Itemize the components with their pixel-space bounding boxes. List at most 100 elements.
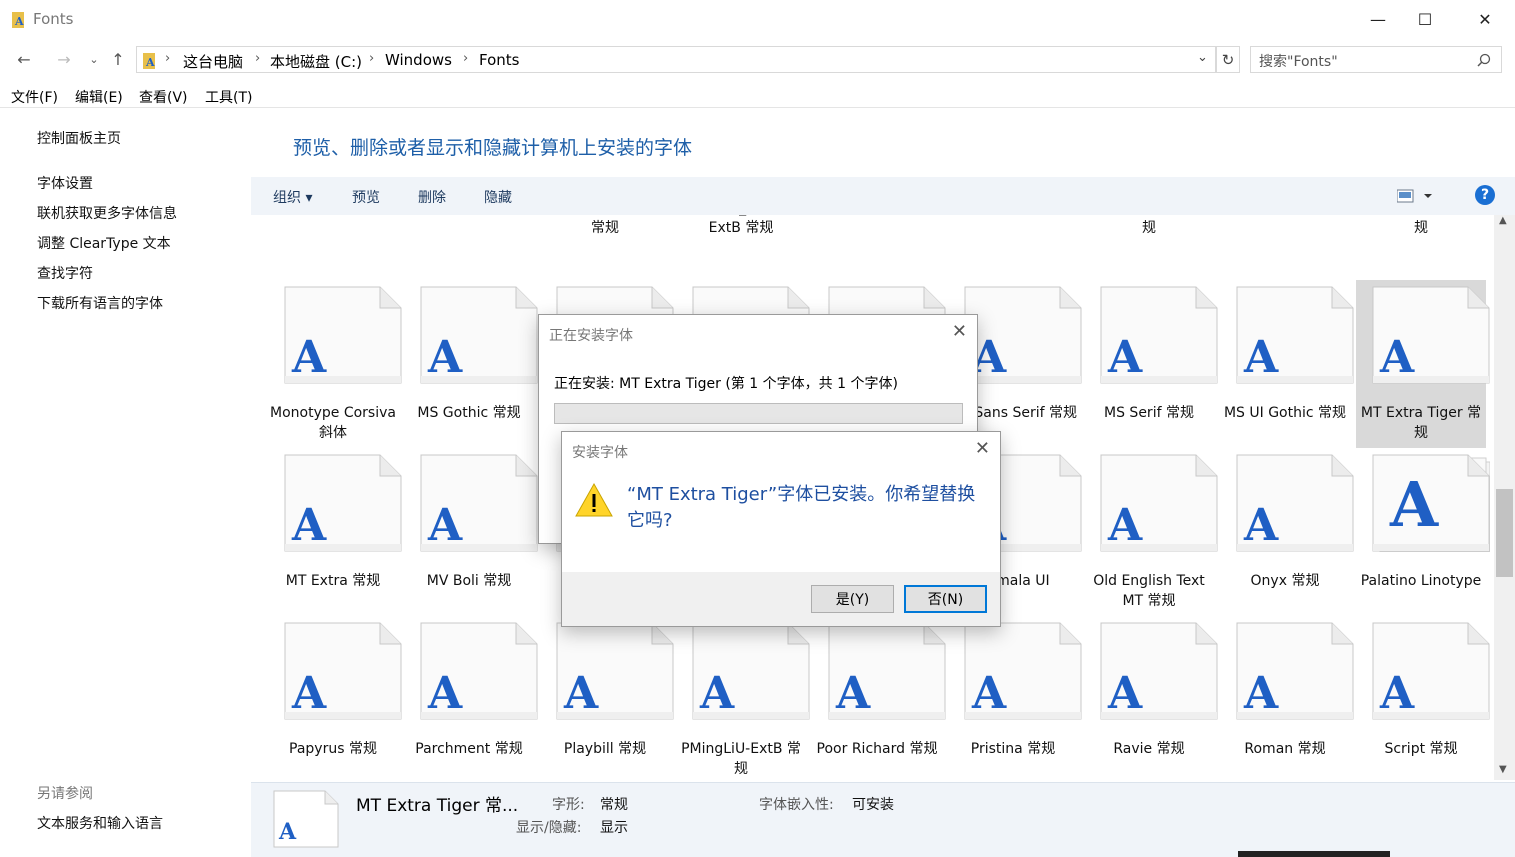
- svg-text:A: A: [971, 668, 1007, 719]
- font-file-icon: A: [556, 622, 674, 720]
- fonts-folder-icon: A: [12, 12, 24, 28]
- details-pane: A MT Extra Tiger 常... 字形: 常规 显示/隐藏: 显示 字…: [251, 782, 1515, 857]
- refresh-icon[interactable]: ↻: [1216, 46, 1240, 73]
- sidebar-link-text-services[interactable]: 文本服务和输入语言: [37, 813, 163, 833]
- install-font-confirm-dialog: 安装字体 ✕ “MT Extra Tiger”字体已安装。你希望替换它吗? 是(…: [561, 431, 1001, 627]
- font-tile-label: Modern 常规: [1220, 215, 1350, 218]
- font-file-icon: A: [420, 622, 538, 720]
- font-tile[interactable]: A MS UI Gothic 常规: [1220, 280, 1354, 448]
- font-tile[interactable]: AModern No. 20 常规: [1084, 215, 1214, 243]
- forward-arrow-icon[interactable]: →: [52, 48, 76, 70]
- organize-button[interactable]: 组织 ▾: [273, 187, 312, 207]
- search-icon[interactable]: [1477, 53, 1491, 67]
- svg-text:A: A: [1379, 332, 1415, 383]
- sidebar-link-get-font-info-online[interactable]: 联机获取更多字体信息: [37, 203, 177, 223]
- font-tile[interactable]: A Poor Richard 常规: [812, 616, 946, 780]
- sidebar-link-font-settings[interactable]: 字体设置: [37, 173, 93, 193]
- menu-view[interactable]: 查看(V): [139, 87, 188, 107]
- recent-locations-chevron-icon[interactable]: ⌄: [82, 48, 106, 70]
- font-tile-label: Onyx 常规: [1250, 573, 1320, 589]
- font-tile[interactable]: AMingLiU_HKSCS-ExtB 常规: [676, 215, 806, 243]
- maximize-button[interactable]: ☐: [1402, 0, 1448, 38]
- font-file-icon: A: [828, 622, 946, 720]
- breadcrumb-this-pc[interactable]: 这台电脑: [183, 51, 243, 72]
- sidebar-link-control-panel-home[interactable]: 控制面板主页: [37, 128, 121, 148]
- font-tile[interactable]: A Palatino Linotype: [1356, 448, 1490, 616]
- font-file-icon: A: [1372, 454, 1490, 552]
- font-tile[interactable]: A MS Gothic 常规: [404, 280, 538, 448]
- svg-text:A: A: [1107, 668, 1143, 719]
- svg-text:A: A: [14, 15, 24, 28]
- help-icon[interactable]: ?: [1475, 185, 1495, 205]
- sidebar-link-find-character[interactable]: 查找字符: [37, 263, 93, 283]
- svg-text:A: A: [278, 819, 297, 845]
- confirm-dialog-close-icon[interactable]: ✕: [975, 438, 990, 459]
- svg-text:A: A: [427, 500, 463, 551]
- font-tile-label: Poor Richard 常规: [816, 741, 938, 757]
- scroll-up-icon[interactable]: ▲: [1499, 215, 1507, 226]
- delete-button[interactable]: 删除: [418, 187, 446, 207]
- style-label: 字形:: [552, 797, 585, 813]
- search-input[interactable]: 搜索"Fonts": [1250, 46, 1502, 73]
- no-button[interactable]: 否(N): [904, 585, 987, 613]
- font-tile[interactable]: A MS Serif 常规: [1084, 280, 1218, 448]
- close-button[interactable]: ✕: [1462, 0, 1508, 38]
- sidebar-link-adjust-cleartype[interactable]: 调整 ClearType 文本: [37, 233, 171, 253]
- font-tile[interactable]: A Roman 常规: [1220, 616, 1354, 780]
- breadcrumb-windows[interactable]: Windows: [385, 51, 452, 69]
- font-file-icon: A: [1236, 454, 1354, 552]
- menu-edit[interactable]: 编辑(E): [75, 87, 123, 107]
- font-file-icon: A: [284, 286, 402, 384]
- font-tile[interactable]: AMicrosoft Yi Baiti 常规: [540, 215, 670, 243]
- breadcrumb-local-disk[interactable]: 本地磁盘 (C:): [270, 51, 362, 72]
- svg-text:A: A: [563, 668, 599, 719]
- embeddability-value: 可安装: [852, 797, 894, 813]
- sidebar-link-download-all-language-fonts[interactable]: 下载所有语言的字体: [37, 293, 163, 313]
- font-tile[interactable]: AMicrosoft Uighur: [268, 215, 398, 243]
- font-tile-label: MS Gothic 常规: [417, 405, 521, 421]
- font-tile[interactable]: A MT Extra 常规: [268, 448, 402, 616]
- svg-text:A: A: [291, 332, 327, 383]
- font-tile[interactable]: AModern 常规: [1220, 215, 1350, 243]
- vertical-scrollbar[interactable]: ▲ ▼: [1494, 215, 1515, 780]
- font-tile[interactable]: A Papyrus 常规: [268, 616, 402, 780]
- scrollbar-thumb[interactable]: [1496, 489, 1513, 577]
- font-tile[interactable]: A Ravie 常规: [1084, 616, 1218, 780]
- font-tile[interactable]: AMistral 常规: [948, 215, 1078, 243]
- font-tile[interactable]: A MT Extra Tiger 常规: [1356, 280, 1490, 448]
- confirm-dialog-title: 安装字体: [572, 445, 628, 461]
- menu-file[interactable]: 文件(F): [11, 87, 58, 107]
- view-options-icon[interactable]: [1397, 189, 1433, 203]
- address-bar[interactable]: A › 这台电脑 › 本地磁盘 (C:) › Windows › Fonts ⌄: [136, 46, 1216, 73]
- breadcrumb-separator-icon: ›: [369, 51, 375, 66]
- font-tile-label: Script 常规: [1384, 741, 1458, 757]
- back-arrow-icon[interactable]: ←: [12, 48, 36, 70]
- font-tile[interactable]: A Monotype Corsiva 斜体: [268, 280, 402, 448]
- font-tile[interactable]: A MV Boli 常规: [404, 448, 538, 616]
- font-tile[interactable]: A Old English Text MT 常规: [1084, 448, 1218, 616]
- progress-dialog-close-icon[interactable]: ✕: [952, 321, 967, 342]
- window-title: Fonts: [33, 10, 74, 28]
- scroll-down-icon[interactable]: ▼: [1499, 764, 1507, 775]
- font-tile[interactable]: AMingLiU-ExtB 常规: [812, 215, 942, 243]
- font-tile[interactable]: A Parchment 常规: [404, 616, 538, 780]
- font-tile[interactable]: AMongolian Baiti 常规: [1356, 215, 1486, 243]
- up-arrow-icon[interactable]: ↑: [106, 48, 130, 70]
- font-tile[interactable]: A PMingLiU-ExtB 常规: [676, 616, 810, 780]
- yes-button[interactable]: 是(Y): [811, 585, 894, 613]
- address-dropdown-chevron-icon[interactable]: ⌄: [1197, 50, 1208, 65]
- font-tile[interactable]: A Playbill 常规: [540, 616, 674, 780]
- control-panel-sidebar: 控制面板主页 字体设置 联机获取更多字体信息 调整 ClearType 文本 查…: [0, 108, 251, 857]
- font-tile-label: Monotype Corsiva 斜体: [270, 405, 396, 441]
- font-tile[interactable]: A Script 常规: [1356, 616, 1490, 780]
- font-tile[interactable]: AMicrosoft YaHei UI: [404, 215, 534, 243]
- menu-tools[interactable]: 工具(T): [205, 87, 252, 107]
- font-tile[interactable]: A Pristina 常规: [948, 616, 1082, 780]
- hide-button[interactable]: 隐藏: [484, 187, 512, 207]
- font-tile[interactable]: A Onyx 常规: [1220, 448, 1354, 616]
- svg-text:A: A: [1107, 500, 1143, 551]
- minimize-button[interactable]: —: [1355, 0, 1401, 38]
- install-progress-bar: [554, 403, 963, 424]
- preview-button[interactable]: 预览: [352, 187, 380, 207]
- breadcrumb-fonts[interactable]: Fonts: [479, 51, 519, 69]
